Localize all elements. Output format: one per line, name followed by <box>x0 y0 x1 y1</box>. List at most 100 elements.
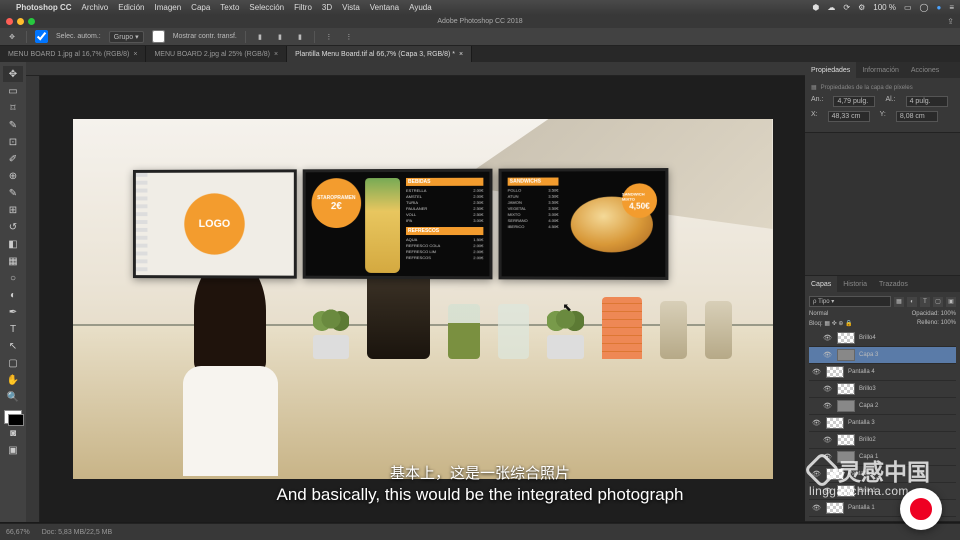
move-tool[interactable]: ✥ <box>3 66 23 82</box>
close-icon[interactable]: × <box>274 51 278 58</box>
tab-plantilla[interactable]: Plantilla Menu Board.tif al 66,7% (Capa … <box>287 46 472 62</box>
lasso-tool[interactable]: ⌑ <box>3 100 23 116</box>
record-button[interactable] <box>900 488 942 530</box>
height-field[interactable]: 4 pulg. <box>906 96 948 107</box>
y-field[interactable]: 8,08 cm <box>896 111 938 122</box>
visibility-icon[interactable]: 👁 <box>823 351 833 359</box>
path-tool[interactable]: ↖ <box>3 338 23 354</box>
color-swatches[interactable] <box>4 410 22 424</box>
quick-select-tool[interactable]: ✎ <box>3 117 23 133</box>
auto-select-dropdown[interactable]: Grupo ▾ <box>109 31 144 43</box>
auto-select-checkbox[interactable] <box>35 30 48 43</box>
layer-row[interactable]: 👁Capa 2 <box>809 398 956 415</box>
filter-shape-icon[interactable]: ▢ <box>933 297 943 307</box>
filter-smart-icon[interactable]: ▣ <box>946 297 956 307</box>
shape-tool[interactable]: ▢ <box>3 355 23 371</box>
layer-row[interactable]: 👁Pantalla 3 <box>809 415 956 432</box>
close-icon[interactable]: × <box>133 51 137 58</box>
align-center-icon[interactable]: ▮ <box>274 31 286 43</box>
layer-row[interactable]: 👁Capa 1 <box>809 449 956 466</box>
document-canvas[interactable]: LOGO STAROPRAMEN2€ BEBIDAS <box>40 76 805 522</box>
gradient-tool[interactable]: ▦ <box>3 253 23 269</box>
tab-capas[interactable]: Capas <box>805 276 837 292</box>
maximize-window-button[interactable] <box>28 18 35 25</box>
align-left-icon[interactable]: ▮ <box>254 31 266 43</box>
zoom-indicator[interactable]: 100 % <box>873 3 896 12</box>
visibility-icon[interactable]: 👁 <box>812 504 822 512</box>
blend-mode-dropdown[interactable]: Normal <box>809 311 859 317</box>
layer-row[interactable]: 👁Brillo3 <box>809 381 956 398</box>
filter-image-icon[interactable]: ▦ <box>894 297 904 307</box>
dodge-tool[interactable]: ◐ <box>3 287 23 303</box>
marquee-tool[interactable]: ▭ <box>3 83 23 99</box>
quick-mask-tool[interactable]: ◙ <box>3 425 23 441</box>
tab-informacion[interactable]: Información <box>856 62 905 78</box>
screen-mode-tool[interactable]: ▣ <box>3 442 23 458</box>
zoom-tool[interactable]: 🔍 <box>3 389 23 405</box>
menu-imagen[interactable]: Imagen <box>154 3 181 12</box>
x-field[interactable]: 48,33 cm <box>828 111 870 122</box>
opacity-value[interactable]: 100% <box>941 311 956 317</box>
menu-vista[interactable]: Vista <box>342 3 360 12</box>
hand-tool[interactable]: ✋ <box>3 372 23 388</box>
layer-filter-dropdown[interactable]: ρ Tipo ▾ <box>809 296 891 307</box>
visibility-icon[interactable]: 👁 <box>823 402 833 410</box>
layer-row[interactable]: 👁Brillo2 <box>809 432 956 449</box>
close-window-button[interactable] <box>6 18 13 25</box>
layer-row[interactable]: 👁Pantalla 4 <box>809 364 956 381</box>
tab-menu-board-1[interactable]: MENU BOARD 1.jpg al 16,7% (RGB/8)× <box>0 46 146 62</box>
menu-edicion[interactable]: Edición <box>118 3 144 12</box>
type-tool[interactable]: T <box>3 321 23 337</box>
menu-capa[interactable]: Capa <box>191 3 210 12</box>
visibility-icon[interactable]: 👁 <box>823 487 833 495</box>
pen-tool[interactable]: ✒ <box>3 304 23 320</box>
sync-icon[interactable]: ⟳ <box>843 3 850 12</box>
layer-row[interactable]: 👁Pantalla 2 <box>809 466 956 483</box>
filter-type-icon[interactable]: T <box>920 297 930 307</box>
menu-seleccion[interactable]: Selección <box>249 3 284 12</box>
stamp-tool[interactable]: ⊞ <box>3 202 23 218</box>
layer-row[interactable]: 👁Capa 3 <box>809 347 956 364</box>
menu-archivo[interactable]: Archivo <box>82 3 109 12</box>
display-icon[interactable]: ▭ <box>904 3 912 12</box>
cloud-icon[interactable]: ☁ <box>827 3 835 12</box>
transform-controls-checkbox[interactable] <box>152 30 165 43</box>
tab-trazados[interactable]: Trazados <box>873 276 914 292</box>
history-brush-tool[interactable]: ↺ <box>3 219 23 235</box>
doc-size[interactable]: Doc: 5,83 MB/22,5 MB <box>42 529 112 536</box>
healing-tool[interactable]: ⊕ <box>3 168 23 184</box>
visibility-icon[interactable]: 👁 <box>823 436 833 444</box>
visibility-icon[interactable]: 👁 <box>812 368 822 376</box>
eraser-tool[interactable]: ◧ <box>3 236 23 252</box>
tab-acciones[interactable]: Acciones <box>905 62 945 78</box>
share-icon[interactable]: ⇪ <box>947 17 954 26</box>
spotlight-icon[interactable]: ◯ <box>920 3 929 12</box>
visibility-icon[interactable]: 👁 <box>823 334 833 342</box>
zoom-level[interactable]: 66,67% <box>6 529 30 536</box>
align-right-icon[interactable]: ▮ <box>294 31 306 43</box>
visibility-icon[interactable]: 👁 <box>812 470 822 478</box>
menu-3d[interactable]: 3D <box>322 3 332 12</box>
distribute-icon-2[interactable]: ⋮ <box>343 31 355 43</box>
menu-texto[interactable]: Texto <box>220 3 239 12</box>
dropbox-icon[interactable]: ⬢ <box>812 3 819 12</box>
menu-ayuda[interactable]: Ayuda <box>409 3 432 12</box>
app-name[interactable]: Photoshop CC <box>16 3 72 12</box>
horizontal-ruler[interactable] <box>26 62 805 76</box>
menu-icon[interactable]: ≡ <box>949 3 954 12</box>
vertical-ruler[interactable] <box>26 76 40 522</box>
width-field[interactable]: 4,79 pulg. <box>833 96 875 107</box>
tab-historia[interactable]: Historia <box>837 276 873 292</box>
minimize-window-button[interactable] <box>17 18 24 25</box>
layer-row[interactable]: 👁Brillo4 <box>809 330 956 347</box>
filter-adjust-icon[interactable]: ◐ <box>907 297 917 307</box>
close-icon[interactable]: × <box>459 51 463 58</box>
visibility-icon[interactable]: 👁 <box>812 419 822 427</box>
move-tool-icon[interactable]: ✥ <box>6 31 18 43</box>
user-icon[interactable]: ● <box>936 3 941 12</box>
distribute-icon[interactable]: ⋮ <box>323 31 335 43</box>
layer-list[interactable]: 👁Brillo4👁Capa 3👁Pantalla 4👁Brillo3👁Capa … <box>809 330 956 517</box>
visibility-icon[interactable]: 👁 <box>823 385 833 393</box>
blur-tool[interactable]: ○ <box>3 270 23 286</box>
crop-tool[interactable]: ⊡ <box>3 134 23 150</box>
